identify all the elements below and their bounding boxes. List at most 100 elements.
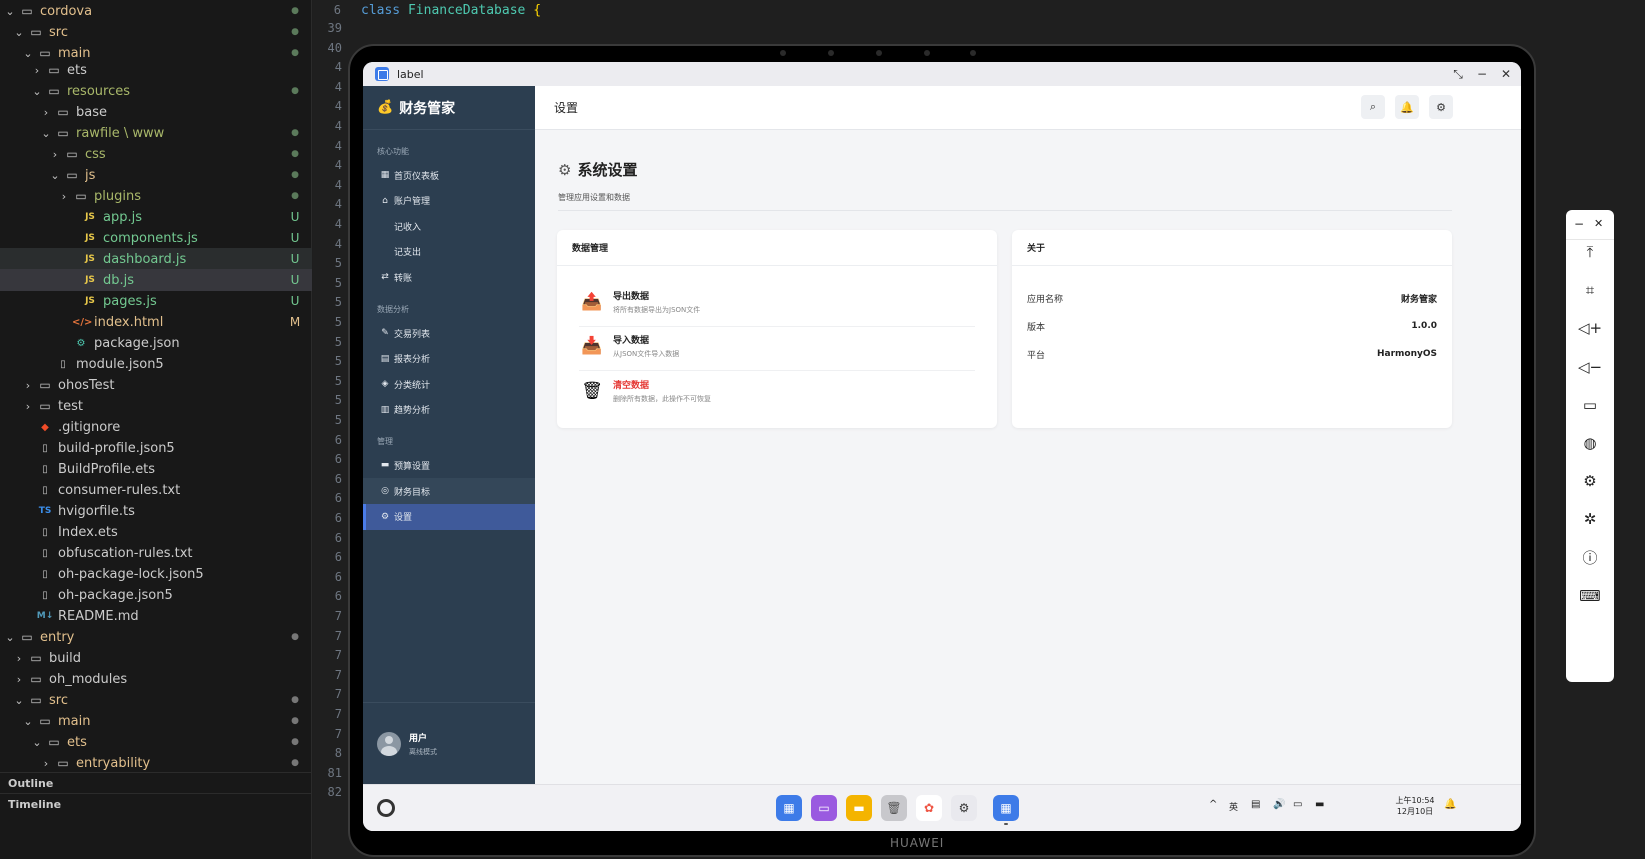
tree-file[interactable]: JS components.js U xyxy=(0,227,312,249)
chevron-down-icon[interactable]: ⌄ xyxy=(11,26,27,39)
scroll-top-icon[interactable]: ⤒ xyxy=(1566,236,1614,268)
restore-button[interactable]: ⤡ xyxy=(1445,62,1471,86)
start-button[interactable] xyxy=(377,799,395,817)
chevron-right-icon[interactable]: › xyxy=(56,190,72,203)
data-action-item[interactable]: 📤 导出数据 将所有数据导出为JSON文件 xyxy=(579,280,975,324)
tree-folder[interactable]: › ▭ base xyxy=(0,101,312,123)
emulator-close-button[interactable]: ✕ xyxy=(1594,217,1603,230)
app-logo[interactable]: 💰 财务管家 xyxy=(363,86,535,130)
sidebar-item[interactable]: ◎ 财务目标 xyxy=(363,478,535,504)
chevron-right-icon[interactable]: › xyxy=(11,673,27,686)
timeline-section[interactable]: Timeline xyxy=(0,793,312,814)
tree-file[interactable]: JS app.js U xyxy=(0,206,312,228)
tree-folder[interactable]: ⌄ ▭ js ● xyxy=(0,164,312,186)
chevron-down-icon[interactable]: ⌄ xyxy=(11,694,27,707)
volume-down-icon[interactable]: ◁− xyxy=(1566,351,1614,383)
sidebar-item[interactable]: ⚙ 设置 xyxy=(363,503,535,530)
rotate-icon[interactable]: ▭ xyxy=(1566,389,1614,421)
tree-file[interactable]: ▯ consumer-rules.txt xyxy=(0,479,312,501)
chevron-right-icon[interactable]: › xyxy=(38,106,54,119)
tree-folder[interactable]: › ▭ plugins ● xyxy=(0,185,312,207)
tree-file[interactable]: JS dashboard.js U xyxy=(0,248,312,270)
tree-folder[interactable]: ⌄ ▭ entry ● xyxy=(0,626,312,648)
close-button[interactable]: ✕ xyxy=(1493,62,1519,86)
sidebar-item[interactable]: ▦ 首页仪表板 xyxy=(363,162,535,188)
data-action-item[interactable]: 📥 导入数据 从JSON文件导入数据 xyxy=(579,324,975,368)
chevron-down-icon[interactable]: ⌄ xyxy=(29,736,45,749)
tree-file[interactable]: ▯ oh-package-lock.json5 xyxy=(0,563,312,585)
sidebar-item[interactable]: 记支出 xyxy=(363,239,535,265)
chevron-down-icon[interactable]: ⌄ xyxy=(38,127,54,140)
tree-folder[interactable]: ⌄ ▭ resources ● xyxy=(0,80,312,102)
info-icon[interactable]: ⓘ xyxy=(1566,542,1614,574)
tree-folder[interactable]: › ▭ oh_modules xyxy=(0,668,312,690)
settings-app-icon[interactable]: ⚙ xyxy=(951,795,977,821)
sidebar-item[interactable]: ▤ 报表分析 xyxy=(363,346,535,372)
app-center-icon[interactable]: ▦ xyxy=(776,795,802,821)
tree-file[interactable]: ▯ oh-package.json5 xyxy=(0,584,312,606)
tree-folder[interactable]: ⌄ ▭ main ● xyxy=(0,710,312,732)
chevron-right-icon[interactable]: › xyxy=(20,400,36,413)
sidebar-item[interactable]: ⌂ 账户管理 xyxy=(363,188,535,214)
chevron-right-icon[interactable]: › xyxy=(29,64,45,77)
tree-file[interactable]: JS db.js U xyxy=(0,269,312,291)
sidebar-item[interactable]: ✎ 交易列表 xyxy=(363,320,535,346)
header-settings-button[interactable]: ⚙ xyxy=(1429,95,1453,119)
display-icon[interactable]: ▭ xyxy=(1293,799,1302,810)
tree-folder[interactable]: ⌄ ▭ src ● xyxy=(0,21,312,43)
photos-icon[interactable]: ✿ xyxy=(916,795,942,821)
keyboard-icon[interactable]: ⌨ xyxy=(1566,580,1614,612)
tree-file[interactable]: ▯ module.json5 xyxy=(0,353,312,375)
sidebar-item[interactable]: ⇄ 转账 xyxy=(363,264,535,290)
chevron-down-icon[interactable]: ⌄ xyxy=(2,631,18,644)
tree-file[interactable]: ▯ BuildProfile.ets xyxy=(0,458,312,480)
tree-folder[interactable]: › ▭ test xyxy=(0,395,312,417)
chevron-down-icon[interactable]: ⌄ xyxy=(20,47,36,60)
clock[interactable]: 上午10:54 12月10日 xyxy=(1393,795,1437,817)
tree-file[interactable]: ▯ build-profile.json5 xyxy=(0,437,312,459)
running-app-icon[interactable]: ▦ xyxy=(993,795,1019,821)
outline-section[interactable]: Outline xyxy=(0,772,312,793)
sidebar-item[interactable]: ▬ 预算设置 xyxy=(363,452,535,478)
globe-icon[interactable]: ◍ xyxy=(1566,427,1614,459)
tree-file[interactable]: M↓ README.md xyxy=(0,605,312,627)
bug-icon[interactable]: ✲ xyxy=(1566,503,1614,535)
tree-file[interactable]: JS pages.js U xyxy=(0,290,312,312)
trash-icon[interactable]: 🗑 xyxy=(881,795,907,821)
chevron-right-icon[interactable]: › xyxy=(20,379,36,392)
tree-folder[interactable]: › ▭ css ● xyxy=(0,143,312,165)
tree-folder[interactable]: ⌄ ▭ rawfile \ www ● xyxy=(0,122,312,144)
window-titlebar[interactable]: label ⤡ − ✕ xyxy=(363,62,1521,86)
user-profile[interactable]: 用户 离线模式 xyxy=(363,702,535,784)
volume-icon[interactable]: 🔊 xyxy=(1273,799,1285,810)
tree-folder[interactable]: ⌄ ▭ cordova ● xyxy=(0,0,312,22)
battery-icon[interactable]: ▬ xyxy=(1315,799,1324,810)
volume-up-icon[interactable]: ◁+ xyxy=(1566,312,1614,344)
tree-folder[interactable]: › ▭ entryability ● xyxy=(0,752,312,774)
minimize-button[interactable]: − xyxy=(1469,62,1495,86)
chevron-down-icon[interactable]: ⌄ xyxy=(29,85,45,98)
files-icon[interactable]: ▬ xyxy=(846,795,872,821)
tree-file[interactable]: TS hvigorfile.ts xyxy=(0,500,312,522)
ime-indicator[interactable]: 英 xyxy=(1229,800,1238,813)
chevron-right-icon[interactable]: › xyxy=(47,148,63,161)
chevron-down-icon[interactable]: ⌄ xyxy=(47,169,63,182)
clipboard-icon[interactable]: ▤ xyxy=(1251,799,1260,810)
tree-file[interactable]: ◆ .gitignore xyxy=(0,416,312,438)
tree-file[interactable]: ▯ Index.ets xyxy=(0,521,312,543)
notification-icon[interactable]: 🔔 xyxy=(1444,799,1456,810)
tree-folder[interactable]: › ▭ ets xyxy=(0,59,312,81)
tree-file[interactable]: </> index.html M xyxy=(0,311,312,333)
chevron-down-icon[interactable]: ⌄ xyxy=(2,5,18,18)
chevron-right-icon[interactable]: › xyxy=(38,757,54,770)
sidebar-item[interactable]: ▥ 趋势分析 xyxy=(363,397,535,423)
tray-expand-icon[interactable]: ^ xyxy=(1209,799,1217,810)
tree-file[interactable]: ▯ obfuscation-rules.txt xyxy=(0,542,312,564)
gear-icon[interactable]: ⚙ xyxy=(1566,465,1614,497)
sidebar-item[interactable]: ◈ 分类统计 xyxy=(363,371,535,397)
notification-button[interactable]: 🔔 xyxy=(1395,95,1419,119)
tree-file[interactable]: ⚙ package.json xyxy=(0,332,312,354)
sidebar-item[interactable]: 记收入 xyxy=(363,213,535,239)
data-action-item[interactable]: 🗑 清空数据 删除所有数据，此操作不可恢复 xyxy=(579,369,975,413)
tree-folder[interactable]: › ▭ build xyxy=(0,647,312,669)
